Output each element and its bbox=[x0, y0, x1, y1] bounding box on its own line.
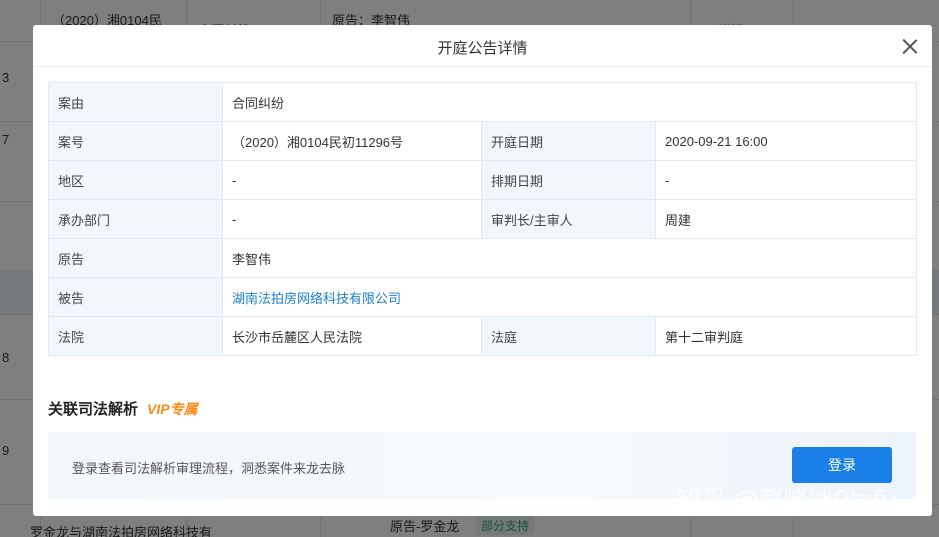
table-row: 承办部门 - 审判长/主审人 周建 bbox=[48, 199, 917, 239]
reason-label: 案由 bbox=[48, 82, 223, 122]
court-label: 法院 bbox=[48, 316, 223, 356]
case-detail-table: 案由 合同纠纷 案号 （2020）湘0104民初11296号 开庭日期 2020… bbox=[48, 82, 917, 356]
dept-value: - bbox=[222, 199, 482, 239]
court-value: 长沙市岳麓区人民法院 bbox=[222, 316, 482, 356]
courtroom-label: 法庭 bbox=[481, 316, 656, 356]
schedule-date-value: - bbox=[655, 160, 917, 200]
courtroom-value: 第十二审判庭 bbox=[655, 316, 917, 356]
case-no-label: 案号 bbox=[48, 121, 223, 161]
hearing-date-value: 2020-09-21 16:00 bbox=[655, 121, 917, 161]
judge-label: 审判长/主审人 bbox=[481, 199, 656, 239]
reason-value: 合同纠纷 bbox=[222, 82, 917, 122]
table-row: 被告 湖南法拍房网络科技有限公司 bbox=[48, 277, 917, 317]
region-value: - bbox=[222, 160, 482, 200]
modal-header: 开庭公告详情 bbox=[33, 25, 932, 67]
table-row: 原告 李智伟 bbox=[48, 238, 917, 278]
vip-badge: VIP专属 bbox=[147, 400, 198, 417]
watermark: 知乎 @赵峰冰9tzfu bbox=[676, 485, 898, 514]
table-row: 案号 （2020）湘0104民初11296号 开庭日期 2020-09-21 1… bbox=[48, 121, 917, 161]
judge-value: 周建 bbox=[655, 199, 917, 239]
region-label: 地区 bbox=[48, 160, 223, 200]
table-row: 案由 合同纠纷 bbox=[48, 82, 917, 122]
section-title-text: 关联司法解析 bbox=[48, 401, 139, 418]
table-row: 法院 长沙市岳麓区人民法院 法庭 第十二审判庭 bbox=[48, 316, 917, 356]
case-no-value: （2020）湘0104民初11296号 bbox=[222, 121, 482, 161]
schedule-date-label: 排期日期 bbox=[481, 160, 656, 200]
defendant-link[interactable]: 湖南法拍房网络科技有限公司 bbox=[232, 291, 401, 306]
defendant-cell: 湖南法拍房网络科技有限公司 bbox=[222, 277, 917, 317]
hearing-notice-modal: 开庭公告详情 案由 合同纠纷 案号 （2020）湘0104民初11296号 开庭… bbox=[33, 25, 932, 516]
modal-title: 开庭公告详情 bbox=[437, 40, 528, 57]
login-button[interactable]: 登录 bbox=[792, 447, 892, 483]
promo-text: 登录查看司法解析审理流程，洞悉案件来龙去脉 bbox=[72, 461, 346, 476]
hearing-date-label: 开庭日期 bbox=[481, 121, 656, 161]
defendant-label: 被告 bbox=[48, 277, 223, 317]
plaintiff-value: 李智伟 bbox=[222, 238, 917, 278]
judicial-analysis-heading: 关联司法解析 VIP专属 bbox=[48, 398, 198, 419]
plaintiff-label: 原告 bbox=[48, 238, 223, 278]
table-row: 地区 - 排期日期 - bbox=[48, 160, 917, 200]
dept-label: 承办部门 bbox=[48, 199, 223, 239]
close-icon[interactable] bbox=[900, 36, 920, 56]
